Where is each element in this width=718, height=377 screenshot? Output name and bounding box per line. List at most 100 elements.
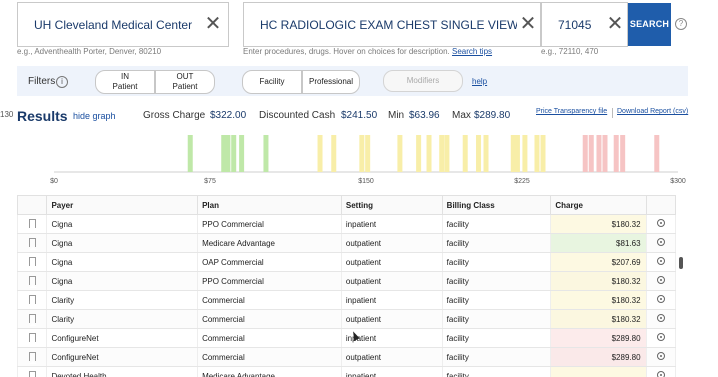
facility-toggle[interactable]: Facility: [242, 70, 302, 94]
details-icon[interactable]: [656, 371, 665, 377]
bookmark-cell[interactable]: [17, 290, 48, 310]
hide-graph-link[interactable]: hide graph: [73, 111, 116, 121]
bookmark-cell[interactable]: [17, 309, 48, 329]
header-charge[interactable]: Charge: [550, 195, 647, 215]
code-search-input[interactable]: 71045: [558, 18, 598, 32]
chart-bar[interactable]: [331, 135, 337, 172]
chart-bar[interactable]: [534, 135, 540, 172]
search-button[interactable]: SEARCH: [628, 3, 671, 46]
chart-bar[interactable]: [426, 135, 432, 172]
help-icon[interactable]: ?: [675, 18, 687, 30]
details-icon[interactable]: [656, 295, 665, 303]
details-icon[interactable]: [656, 352, 665, 360]
bookmark-cell[interactable]: [17, 347, 48, 367]
modifiers-button[interactable]: Modifiers: [383, 70, 463, 92]
table-row[interactable]: Cigna OAP Commercial outpatient facility $20…: [17, 252, 677, 272]
bookmark-icon[interactable]: [28, 351, 37, 364]
bookmark-cell[interactable]: [17, 233, 48, 253]
bookmark-cell[interactable]: [17, 328, 48, 348]
details-icon[interactable]: [656, 238, 665, 246]
action-cell[interactable]: [645, 309, 677, 329]
results-table-container[interactable]: Payer Plan Setting Billing Class Charge …: [17, 195, 686, 377]
details-icon[interactable]: [656, 333, 665, 341]
hospital-search-box[interactable]: UH Cleveland Medical Center ✕: [17, 2, 229, 47]
action-cell[interactable]: [645, 290, 677, 310]
chart-bar[interactable]: [522, 135, 528, 172]
code-search-box[interactable]: 71045 ✕: [541, 2, 628, 47]
chart-bar[interactable]: [439, 135, 445, 172]
filters-info-icon[interactable]: i: [56, 76, 68, 88]
action-cell[interactable]: [645, 271, 677, 291]
chart-bar[interactable]: [483, 135, 489, 172]
bookmark-cell[interactable]: [17, 366, 48, 377]
chart-bar[interactable]: [462, 135, 468, 172]
chart-bar[interactable]: [620, 135, 626, 172]
procedure-clear-icon[interactable]: ✕: [519, 12, 537, 36]
bookmark-icon[interactable]: [28, 275, 37, 288]
professional-toggle[interactable]: Professional: [302, 70, 360, 94]
table-row[interactable]: ConfigureNet Commercial outpatient facility…: [17, 347, 677, 367]
chart-bar[interactable]: [540, 135, 546, 172]
chart-bar[interactable]: [582, 135, 588, 172]
action-cell[interactable]: [645, 366, 677, 377]
bookmark-icon[interactable]: [28, 237, 37, 250]
price-transparency-link[interactable]: Price Transparency file: [536, 108, 607, 115]
bookmark-icon[interactable]: [28, 313, 37, 326]
action-cell[interactable]: [645, 252, 677, 272]
details-icon[interactable]: [656, 276, 665, 284]
chart-bar[interactable]: [588, 135, 594, 172]
header-plan[interactable]: Plan: [197, 195, 342, 215]
chart-bar[interactable]: [416, 135, 422, 172]
bookmark-icon[interactable]: [28, 294, 37, 307]
chart-bar[interactable]: [397, 135, 403, 172]
bookmark-cell[interactable]: [17, 271, 48, 291]
table-row[interactable]: Clarity Commercial inpatient facility $180.3…: [17, 290, 677, 310]
chart-bar[interactable]: [365, 135, 371, 172]
chart-bar[interactable]: [596, 135, 602, 172]
chart-bar[interactable]: [225, 135, 231, 172]
chart-bar[interactable]: [231, 135, 237, 172]
chart-bar[interactable]: [602, 135, 608, 172]
table-row[interactable]: Cigna Medicare Advantage outpatient facilit…: [17, 233, 677, 253]
hospital-clear-icon[interactable]: ✕: [204, 12, 222, 36]
action-cell[interactable]: [645, 347, 677, 367]
action-cell[interactable]: [645, 214, 677, 234]
search-tips-link[interactable]: Search tips: [452, 47, 492, 56]
bookmark-icon[interactable]: [28, 218, 37, 231]
out-patient-toggle[interactable]: OUT Patient: [155, 70, 215, 94]
details-icon[interactable]: [656, 219, 665, 227]
help-link[interactable]: help: [472, 77, 487, 86]
chart-bar[interactable]: [654, 135, 660, 172]
bookmark-icon[interactable]: [28, 370, 36, 377]
table-scrollbar[interactable]: [679, 257, 683, 269]
bookmark-cell[interactable]: [17, 252, 48, 272]
procedure-search-input[interactable]: HC RADIOLOGIC EXAM CHEST SINGLE VIEW - X…: [260, 18, 517, 32]
table-row[interactable]: Cigna PPO Commercial outpatient facility $18…: [17, 271, 677, 291]
chart-bar[interactable]: [359, 135, 365, 172]
hospital-search-input[interactable]: UH Cleveland Medical Center: [34, 18, 204, 32]
header-payer[interactable]: Payer: [46, 195, 199, 215]
action-cell[interactable]: [645, 233, 677, 253]
bookmark-cell[interactable]: [17, 214, 48, 234]
chart-bar[interactable]: [476, 135, 482, 172]
chart-bar[interactable]: [317, 135, 323, 172]
chart-bar[interactable]: [444, 135, 450, 172]
chart-bar[interactable]: [239, 135, 245, 172]
details-icon[interactable]: [656, 314, 665, 322]
header-setting[interactable]: Setting: [340, 195, 443, 215]
chart-bar[interactable]: [263, 135, 269, 172]
table-row[interactable]: Clarity Commercial outpatient facility $180.…: [17, 309, 677, 329]
table-row[interactable]: Cigna PPO Commercial inpatient facility $180…: [17, 214, 677, 234]
table-row[interactable]: ConfigureNet Commercial inpatient facility $…: [17, 328, 677, 348]
header-billing-class[interactable]: Billing Class: [441, 195, 552, 215]
code-clear-icon[interactable]: ✕: [606, 12, 624, 36]
action-cell[interactable]: [645, 328, 677, 348]
bookmark-icon[interactable]: [28, 256, 37, 269]
table-row[interactable]: Devoted Health Medicare Advantage inpatien…: [17, 366, 677, 377]
details-icon[interactable]: [656, 257, 665, 265]
chart-bar[interactable]: [187, 135, 193, 172]
bookmark-icon[interactable]: [28, 332, 37, 345]
download-report-link[interactable]: Download Report (csv): [617, 108, 688, 115]
chart-bar[interactable]: [613, 135, 619, 172]
procedure-search-box[interactable]: HC RADIOLOGIC EXAM CHEST SINGLE VIEW - X…: [243, 2, 541, 47]
